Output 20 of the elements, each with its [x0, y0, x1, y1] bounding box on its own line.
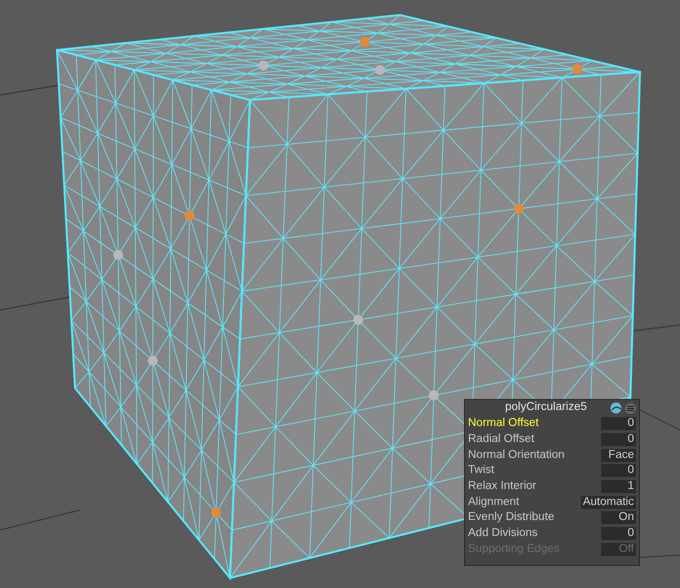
menu-icon — [627, 406, 634, 410]
attribute-value-field[interactable]: Face — [601, 448, 636, 462]
attribute-value-field[interactable]: 0 — [601, 417, 636, 430]
attribute-value-field[interactable]: 0 — [601, 464, 636, 478]
globe-icon — [610, 402, 622, 414]
panel-title: polyCircularize5 — [504, 400, 588, 416]
menu-button[interactable] — [625, 402, 636, 414]
attribute-value-field[interactable]: 0 — [601, 433, 636, 446]
attribute-value-field[interactable]: Automatic — [580, 496, 636, 509]
attribute-label[interactable]: Normal Orientation — [468, 446, 601, 464]
attribute-label[interactable]: Relax Interior — [468, 478, 601, 496]
attribute-value-field[interactable]: On — [601, 511, 636, 524]
attribute-label[interactable]: Twist — [468, 462, 601, 480]
attribute-label[interactable]: Normal Offset — [468, 415, 601, 432]
attribute-label[interactable]: Evenly Distribute — [468, 509, 601, 527]
attribute-value-field[interactable]: 0 — [601, 527, 636, 540]
attribute-label[interactable]: Add Divisions — [468, 525, 601, 542]
attribute-value-field[interactable]: 1 — [601, 480, 636, 494]
attribute-label[interactable]: Radial Offset — [468, 430, 601, 448]
attribute-label[interactable]: Alignment — [468, 494, 581, 511]
